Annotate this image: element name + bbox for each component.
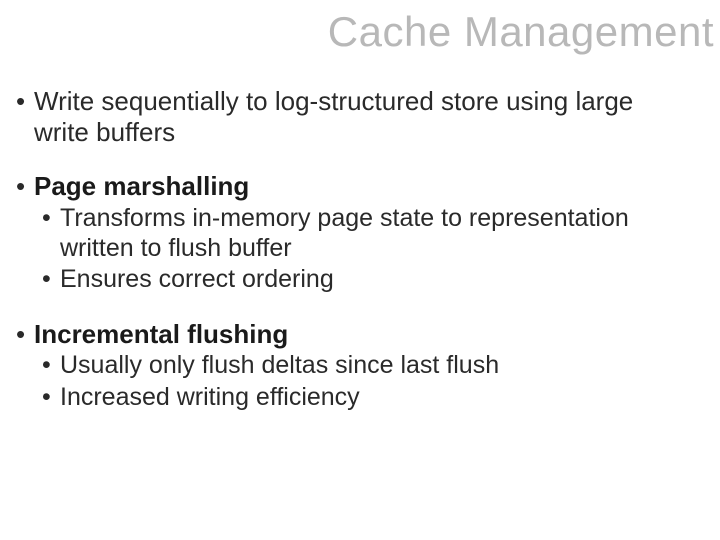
slide-title: Cache Management: [328, 8, 714, 56]
sub-bullet-text: Increased writing efficiency: [60, 383, 360, 411]
bullet-heading: Page marshalling: [34, 171, 249, 201]
sub-bullet-item: Ensures correct ordering: [34, 265, 640, 295]
sub-bullet-text: Ensures correct ordering: [60, 265, 334, 293]
bullet-text: Write sequentially to log-structured sto…: [34, 86, 633, 147]
sub-bullet-item: Transforms in-memory page state to repre…: [34, 204, 640, 263]
sub-bullet-list: Usually only flush deltas since last flu…: [34, 351, 640, 412]
bullet-list: Write sequentially to log-structured sto…: [12, 86, 640, 412]
slide-body: Write sequentially to log-structured sto…: [12, 86, 640, 436]
bullet-item: Page marshalling Transforms in-memory pa…: [12, 171, 640, 294]
sub-bullet-item: Usually only flush deltas since last flu…: [34, 351, 640, 381]
sub-bullet-item: Increased writing efficiency: [34, 383, 640, 413]
bullet-item: Incremental flushing Usually only flush …: [12, 319, 640, 413]
sub-bullet-text: Usually only flush deltas since last flu…: [60, 351, 499, 379]
sub-bullet-text: Transforms in-memory page state to repre…: [60, 204, 629, 262]
sub-bullet-list: Transforms in-memory page state to repre…: [34, 204, 640, 295]
bullet-heading: Incremental flushing: [34, 319, 288, 349]
bullet-item: Write sequentially to log-structured sto…: [12, 86, 640, 147]
slide: Cache Management Write sequentially to l…: [0, 0, 720, 540]
